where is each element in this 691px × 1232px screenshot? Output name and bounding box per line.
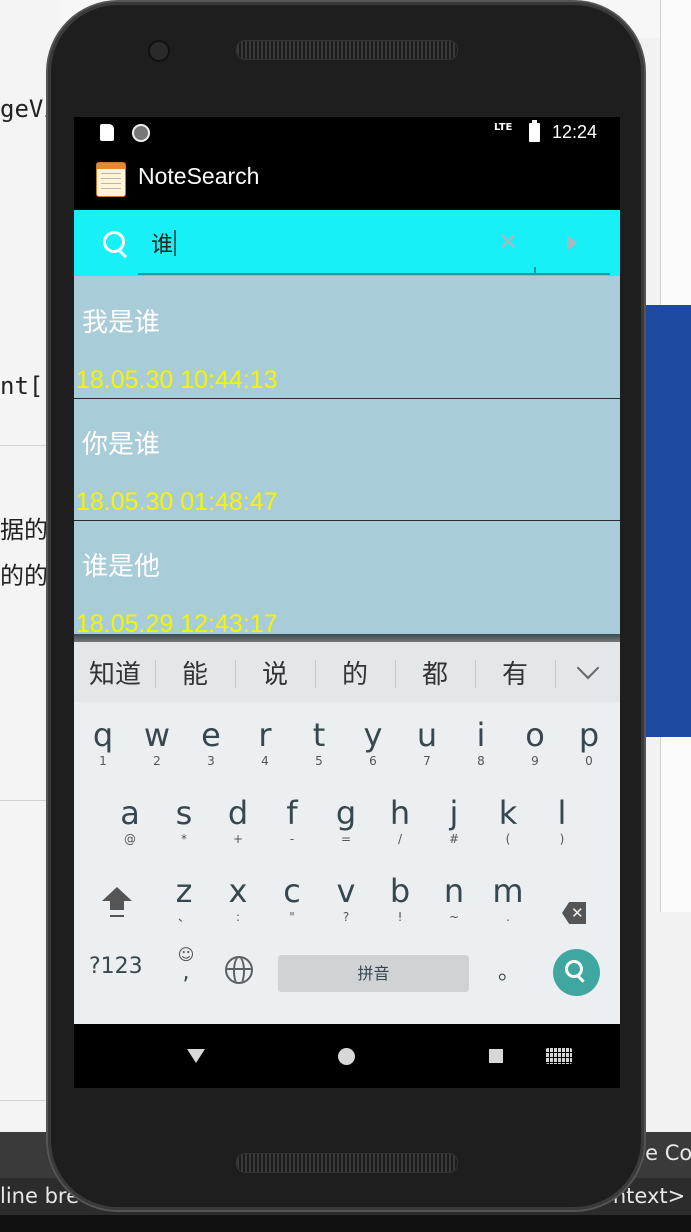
- status-bar: LTE 12:24: [74, 117, 620, 149]
- key-y[interactable]: y6: [346, 709, 400, 781]
- phone-screen: LTE 12:24 NoteSearch 谁 ✕ 我是谁 18.05.30 10…: [74, 117, 620, 1088]
- app-title: NoteSearch: [138, 163, 260, 189]
- key-k[interactable]: k(: [481, 787, 535, 859]
- comma-label: ,: [182, 960, 190, 985]
- note-date: 18.05.30 10:44:13: [76, 366, 278, 394]
- recents-square-icon[interactable]: [489, 1049, 503, 1063]
- candidate-word[interactable]: 说: [235, 654, 315, 691]
- close-icon[interactable]: ✕: [498, 227, 518, 257]
- candidate-word[interactable]: 能: [155, 654, 235, 691]
- soft-keyboard: 知道 能 说 的 都 有 q1 w2 e3 r4 t5 y6 u7 i8 o9 …: [74, 642, 620, 1024]
- candidate-bar: 知道 能 说 的 都 有: [74, 642, 620, 702]
- list-item[interactable]: 你是谁 18.05.30 01:48:47: [74, 398, 620, 521]
- candidate-word[interactable]: 都: [395, 654, 475, 691]
- search-input[interactable]: 谁: [138, 218, 498, 273]
- search-bar: 谁 ✕: [74, 210, 620, 276]
- search-query-text: 谁: [151, 233, 174, 258]
- list-item[interactable]: 谁是他 18.05.29 12:43:17: [74, 520, 620, 640]
- chevron-down-icon[interactable]: [576, 656, 600, 680]
- key-x[interactable]: x:: [211, 865, 265, 937]
- key-b[interactable]: b!: [373, 865, 427, 937]
- shift-icon[interactable]: [102, 887, 132, 917]
- key-z[interactable]: z、: [157, 865, 211, 937]
- key-w[interactable]: w2: [130, 709, 184, 781]
- key-t[interactable]: t5: [292, 709, 346, 781]
- action-bar: NoteSearch: [74, 149, 620, 210]
- key-n[interactable]: n ~: [427, 865, 481, 937]
- candidate-word[interactable]: 的: [315, 654, 395, 691]
- ide-status-strip: [0, 1215, 691, 1232]
- notes-list: 我是谁 18.05.30 10:44:13 你是谁 18.05.30 01:48…: [74, 276, 620, 640]
- note-title: 谁是他: [82, 552, 161, 582]
- period-key[interactable]: 。: [498, 954, 520, 986]
- key-q[interactable]: q1: [76, 709, 130, 781]
- sync-icon: [132, 124, 150, 142]
- status-time: 12:24: [552, 122, 598, 142]
- keyboard-icon[interactable]: [546, 1048, 572, 1064]
- sd-card-icon: [100, 124, 114, 141]
- candidate-divider: [555, 660, 556, 688]
- key-p[interactable]: p0: [562, 709, 616, 781]
- home-circle-icon[interactable]: [338, 1048, 355, 1065]
- candidate-word[interactable]: 有: [475, 654, 555, 691]
- key-d[interactable]: d +: [211, 787, 265, 859]
- play-arrow-icon[interactable]: [567, 235, 577, 251]
- symbols-key[interactable]: ?123: [89, 954, 143, 979]
- text-caret: [174, 230, 176, 256]
- phone-top-speaker: [236, 40, 458, 60]
- search-underline: [138, 273, 610, 275]
- backspace-icon[interactable]: ✕: [562, 902, 586, 924]
- note-title: 我是谁: [82, 308, 161, 338]
- space-key[interactable]: 拼音: [278, 955, 469, 992]
- ide-right-selection: [644, 305, 691, 737]
- key-e[interactable]: e3: [184, 709, 238, 781]
- list-keyboard-shadow: [74, 634, 620, 642]
- note-title: 你是谁: [82, 430, 161, 460]
- notepad-app-icon: [96, 162, 126, 197]
- key-i[interactable]: i8: [454, 709, 508, 781]
- key-m[interactable]: m.: [481, 865, 535, 937]
- phone-bottom-speaker: [236, 1153, 458, 1173]
- phone-camera: [148, 40, 170, 62]
- search-icon: [565, 960, 583, 978]
- key-v[interactable]: v?: [319, 865, 373, 937]
- globe-icon[interactable]: [225, 956, 253, 984]
- navigation-bar: [74, 1024, 620, 1088]
- search-underline-tick: [534, 267, 536, 275]
- candidate-word[interactable]: 知道: [75, 654, 155, 691]
- key-r[interactable]: r4: [238, 709, 292, 781]
- note-date: 18.05.30 01:48:47: [76, 488, 278, 516]
- key-l[interactable]: l): [535, 787, 589, 859]
- key-a[interactable]: a @: [103, 787, 157, 859]
- list-item[interactable]: 我是谁 18.05.30 10:44:13: [74, 276, 620, 399]
- search-icon: [103, 231, 125, 253]
- key-c[interactable]: c ": [265, 865, 319, 937]
- battery-icon: [529, 120, 540, 142]
- key-g[interactable]: g =: [319, 787, 373, 859]
- search-action-key[interactable]: [553, 949, 600, 996]
- lte-signal-icon: LTE: [494, 122, 513, 133]
- key-o[interactable]: o9: [508, 709, 562, 781]
- back-triangle-icon[interactable]: [187, 1049, 205, 1063]
- key-s[interactable]: s *: [157, 787, 211, 859]
- key-h[interactable]: h /: [373, 787, 427, 859]
- key-u[interactable]: u7: [400, 709, 454, 781]
- key-j[interactable]: j #: [427, 787, 481, 859]
- emoji-comma-key[interactable]: ☺ ,: [174, 947, 198, 985]
- key-f[interactable]: f-: [265, 787, 319, 859]
